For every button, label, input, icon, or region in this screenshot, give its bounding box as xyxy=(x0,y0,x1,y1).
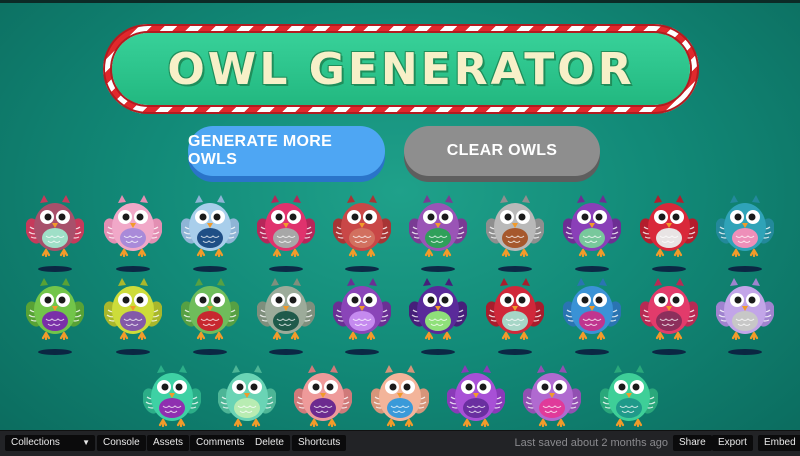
share-button[interactable]: Share xyxy=(673,435,712,451)
owl-icon xyxy=(257,276,315,340)
owl-icon xyxy=(563,193,621,257)
owl-shadow xyxy=(652,349,686,355)
owl-icon xyxy=(143,363,201,427)
owl-shadow xyxy=(38,349,72,355)
owl-shadow xyxy=(421,349,455,355)
owl-icon xyxy=(640,193,698,257)
owl-icon xyxy=(563,276,621,340)
owl-shadow xyxy=(498,349,532,355)
owl-shadow xyxy=(269,266,303,272)
assets-button[interactable]: Assets xyxy=(147,435,190,451)
owl-shadow xyxy=(116,266,150,272)
owl-icon xyxy=(716,193,774,257)
owl-icon xyxy=(716,276,774,340)
owl-shadow xyxy=(116,349,150,355)
owl-icon xyxy=(294,363,352,427)
owl-shadow xyxy=(498,266,532,272)
comments-button[interactable]: Comments xyxy=(190,435,251,451)
export-button[interactable]: Export xyxy=(712,435,753,451)
owl-shadow xyxy=(575,349,609,355)
owl-icon xyxy=(447,363,505,427)
owl-shadow xyxy=(38,266,72,272)
owl-icon xyxy=(523,363,581,427)
owl-icon xyxy=(104,193,162,257)
shortcuts-button[interactable]: Shortcuts xyxy=(292,435,347,451)
owl-icon xyxy=(257,193,315,257)
owl-shadow xyxy=(269,349,303,355)
owl-icon xyxy=(486,193,544,257)
console-button[interactable]: Console xyxy=(97,435,146,451)
owl-icon xyxy=(371,363,429,427)
embed-button[interactable]: Embed xyxy=(758,435,800,451)
owl-shadow xyxy=(652,266,686,272)
owl-icon xyxy=(181,276,239,340)
chevron-down-icon: ▼ xyxy=(82,438,90,447)
owl-icon xyxy=(486,276,544,340)
owl-icon xyxy=(181,193,239,257)
owl-icon xyxy=(104,276,162,340)
owl-icon xyxy=(333,193,391,257)
collections-dropdown[interactable]: Collections ▼ xyxy=(5,435,95,451)
owl-icon xyxy=(409,276,467,340)
collections-label: Collections xyxy=(11,437,60,448)
owl-icon xyxy=(26,276,84,340)
owl-icon xyxy=(26,193,84,257)
owl-icon xyxy=(600,363,658,427)
owl-icon xyxy=(409,193,467,257)
owl-shadow xyxy=(421,266,455,272)
owl-shadow xyxy=(345,349,379,355)
owl-shadow xyxy=(193,349,227,355)
owl-shadow xyxy=(345,266,379,272)
owl-icon xyxy=(333,276,391,340)
owl-shadow xyxy=(728,349,762,355)
owl-grid xyxy=(0,0,800,430)
delete-button[interactable]: Delete xyxy=(249,435,290,451)
owl-icon xyxy=(218,363,276,427)
owl-icon xyxy=(640,276,698,340)
owl-shadow xyxy=(575,266,609,272)
save-status-text: Last saved about 2 months ago xyxy=(514,437,669,449)
owl-shadow xyxy=(193,266,227,272)
owl-shadow xyxy=(728,266,762,272)
bottom-toolbar: Collections ▼ Console Assets Comments De… xyxy=(0,430,800,456)
